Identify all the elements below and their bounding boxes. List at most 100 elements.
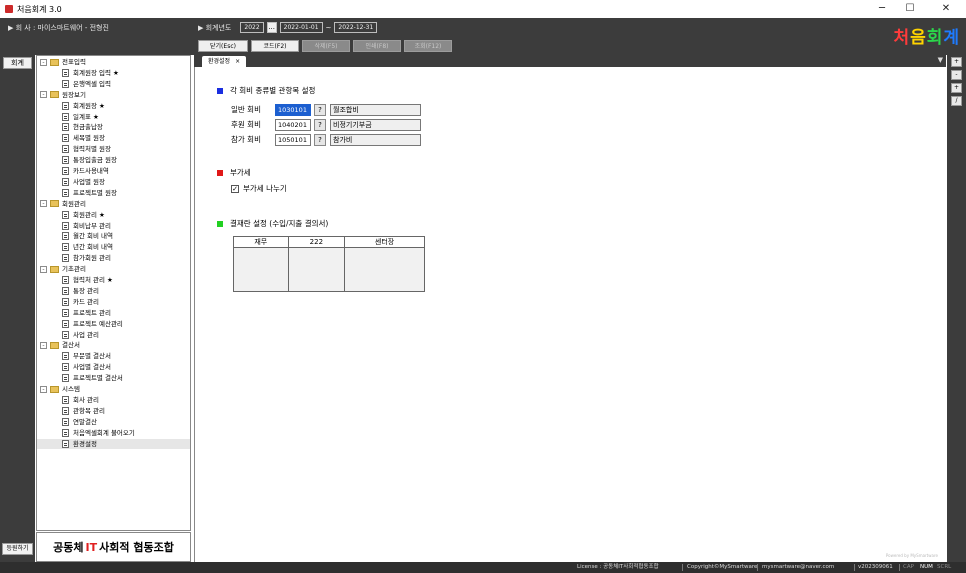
tree-item-label: 년간 회비 내역: [73, 243, 114, 252]
tree-item[interactable]: 환경설정: [37, 438, 190, 449]
status-divider: [899, 564, 900, 571]
apply-button[interactable]: 등원하기: [2, 543, 33, 555]
tree-item[interactable]: 회계원장 ★: [62, 101, 105, 111]
fiscal-year-picker-button[interactable]: ...: [266, 22, 277, 33]
tree-item[interactable]: 회비납부 관리: [62, 221, 111, 231]
settings-panel: 각 회비 종류별 관항목 설정 일반 회비 1030101 ? 월조합비 후원 …: [194, 67, 946, 562]
date-to-field[interactable]: 2022-12-31: [334, 22, 378, 33]
edit-button[interactable]: /: [951, 96, 962, 106]
tree-group[interactable]: - 기초관리: [40, 264, 86, 274]
tree-item[interactable]: 협력처 관리 ★: [62, 275, 113, 285]
tree-item-label: 회비납부 관리: [73, 221, 111, 230]
tree-item[interactable]: 프로젝트별 결산서: [62, 373, 123, 383]
status-num: NUM: [920, 564, 933, 570]
tree-item[interactable]: 회사 관리: [62, 395, 99, 405]
tree-item[interactable]: 회원관리 ★: [62, 210, 105, 220]
lookup-button[interactable]: ?: [314, 118, 326, 131]
tree-item-label: 은행엑셀 입력: [73, 79, 111, 88]
maximize-button[interactable]: ☐: [896, 0, 924, 18]
collapse-icon[interactable]: -: [40, 91, 47, 99]
document-icon: [62, 254, 69, 263]
collapse-icon[interactable]: -: [40, 341, 47, 349]
red-square-icon: [217, 169, 223, 176]
document-icon: [62, 352, 69, 361]
accounting-menu-button[interactable]: 회계: [3, 57, 32, 69]
tab-overflow-icon[interactable]: ▼: [938, 56, 943, 64]
approval-header[interactable]: 222: [287, 236, 346, 248]
folder-icon: [50, 200, 59, 208]
vat-split-checkbox[interactable]: ✓: [231, 184, 239, 193]
document-icon: [62, 134, 69, 143]
tree-item[interactable]: 일계표 ★: [62, 112, 99, 122]
collapse-icon[interactable]: -: [40, 58, 47, 66]
status-divider: [854, 564, 855, 571]
tab-settings-label: 환경설정: [208, 58, 231, 65]
collapse-icon[interactable]: -: [40, 385, 47, 393]
tree-group[interactable]: - 결산서: [40, 340, 80, 350]
date-from-field[interactable]: 2022-01-01: [279, 22, 323, 33]
tree-item[interactable]: 사업 관리: [62, 330, 99, 340]
approval-table: 재무 222 센터장: [233, 236, 425, 292]
fiscal-year-field[interactable]: 2022: [240, 22, 264, 33]
fee-code-field[interactable]: 1030101: [275, 103, 311, 116]
document-icon: [62, 308, 69, 317]
document-icon: [62, 156, 69, 165]
tree-item[interactable]: 년간 회비 내역: [62, 242, 113, 252]
fee-code-field[interactable]: 1050101: [275, 133, 311, 146]
tree-item[interactable]: 연말결산: [62, 417, 97, 427]
tree-item[interactable]: 부문별 결산서: [62, 351, 111, 361]
document-icon: [62, 243, 69, 252]
window-title: 처음회계 3.0: [17, 4, 62, 14]
zoom-out-button[interactable]: -: [951, 70, 962, 80]
tree-item[interactable]: 사업별 원장: [62, 177, 105, 187]
close-window-button[interactable]: ✕: [932, 0, 960, 18]
approval-header[interactable]: 센터장: [344, 236, 425, 248]
tree-item[interactable]: 프로젝트별 원장: [62, 188, 117, 198]
expand-button[interactable]: +: [951, 83, 962, 93]
vat-split-option[interactable]: ✓ 부가세 나누기: [231, 183, 287, 194]
tree-item[interactable]: 사업별 결산서: [62, 362, 111, 372]
print-button[interactable]: 인쇄(F8): [353, 40, 401, 52]
tree-item[interactable]: 카드 관리: [62, 297, 99, 307]
tree-item[interactable]: 세목별 원장: [62, 133, 105, 143]
code-button[interactable]: 코드(F2): [251, 40, 299, 52]
tree-item[interactable]: 프로젝트 예산관리: [62, 319, 123, 329]
document-icon: [62, 232, 69, 241]
lookup-button[interactable]: ?: [314, 103, 326, 116]
logo-char: 음: [910, 28, 927, 48]
tree-item[interactable]: 협력처별 원장: [62, 144, 111, 154]
tab-close-icon[interactable]: ×: [235, 56, 240, 67]
tree-item[interactable]: 카드사용내역: [62, 166, 109, 176]
tree-item[interactable]: 월간 회비 내역: [62, 231, 113, 241]
tree-item[interactable]: 현금출납장: [62, 122, 103, 132]
tree-item-label: 사업별 원장: [73, 177, 105, 186]
tree-item[interactable]: 통장입출금 원장: [62, 155, 117, 165]
tree-item[interactable]: 프로젝트 관리: [62, 308, 111, 318]
approval-header[interactable]: 재무: [233, 236, 289, 248]
tree-group[interactable]: - 전표입력: [40, 57, 86, 67]
delete-button[interactable]: 삭제(F5): [302, 40, 350, 52]
tree-item[interactable]: 처음엑셀회계 불어오기: [62, 428, 135, 438]
tree-group[interactable]: - 시스템: [40, 384, 80, 394]
minimize-button[interactable]: ─: [868, 0, 896, 18]
fee-code-field[interactable]: 1040201: [275, 118, 311, 131]
tree-item[interactable]: 통장 관리: [62, 286, 99, 296]
document-icon: [62, 79, 69, 88]
tree-item[interactable]: 회계원장 입력 ★: [62, 68, 119, 78]
tree-group[interactable]: - 회원관리: [40, 199, 86, 209]
tree-item-label: 일계표 ★: [73, 112, 99, 121]
search-button[interactable]: 조회(F12): [404, 40, 452, 52]
close-tab-button[interactable]: 닫기(Esc): [198, 40, 248, 52]
tree-item[interactable]: 참가회원 관리: [62, 253, 111, 263]
banner-it: IT: [85, 540, 98, 554]
collapse-icon[interactable]: -: [40, 265, 47, 273]
approval-sign-cell: [233, 247, 289, 292]
tree-group[interactable]: - 원장보기: [40, 90, 86, 100]
tree-item[interactable]: 관항목 관리: [62, 406, 105, 416]
tab-settings[interactable]: 환경설정 ×: [202, 56, 247, 67]
tree-item-label: 현금출납장: [73, 123, 103, 132]
collapse-icon[interactable]: -: [40, 200, 47, 208]
zoom-in-button[interactable]: +: [951, 57, 962, 67]
tree-item[interactable]: 은행엑셀 입력: [62, 79, 111, 89]
lookup-button[interactable]: ?: [314, 133, 326, 146]
